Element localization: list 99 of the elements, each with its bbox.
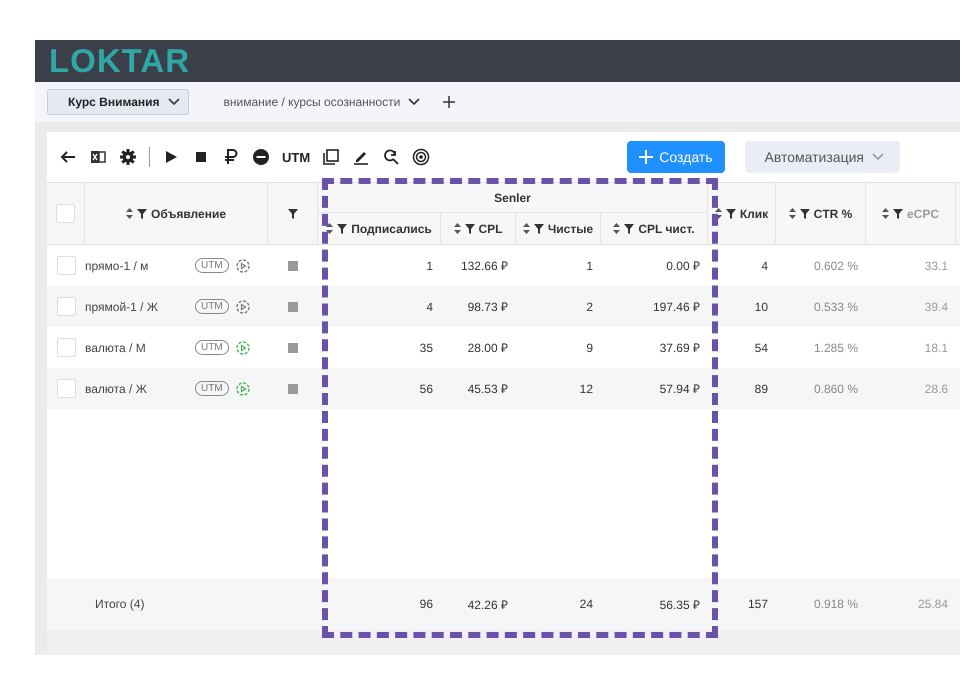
checkbox[interactable]: [57, 379, 76, 398]
column-header[interactable]: Подписались: [351, 222, 432, 236]
status-square-icon: [288, 302, 298, 312]
ad-name: валюта / Ж: [85, 382, 148, 396]
checkbox[interactable]: [57, 256, 76, 275]
column-header[interactable]: CPL: [478, 222, 502, 236]
gear-play-icon[interactable]: [234, 258, 251, 274]
status-square-icon: [288, 384, 298, 394]
copy-icon[interactable]: [322, 148, 340, 166]
table-cell-text: 45.53 ₽: [466, 381, 509, 397]
table-cell-text: 4: [425, 300, 434, 314]
table-cell-text: 1: [585, 258, 594, 272]
checkbox[interactable]: [57, 297, 76, 316]
filter-icon[interactable]: [534, 224, 544, 234]
sort-icon[interactable]: [788, 208, 796, 219]
column-header[interactable]: Объявление: [151, 206, 226, 220]
table-cell-text: 0.533 %: [812, 300, 859, 314]
column-header[interactable]: CPL чист.: [638, 222, 695, 236]
table-cell-text: 35: [418, 340, 434, 354]
target-icon[interactable]: [412, 148, 430, 166]
table-cell-text: 1: [425, 258, 434, 272]
table-cell-text: 54: [754, 340, 769, 354]
checkbox[interactable]: [57, 338, 76, 357]
ruble-icon[interactable]: [222, 148, 240, 166]
column-header[interactable]: Чистые: [548, 222, 594, 236]
search-refresh-icon[interactable]: [382, 148, 400, 166]
ad-name: прямо-1 / м: [85, 258, 150, 272]
table-cell-text: 4: [760, 258, 769, 272]
filter-icon[interactable]: [337, 224, 348, 234]
excel-icon[interactable]: [89, 148, 107, 166]
status-square-icon: [288, 260, 298, 270]
total-label: Итого (4): [94, 597, 144, 611]
plus-icon: [639, 150, 654, 164]
checkbox[interactable]: [56, 204, 75, 223]
table-cell-text: 1.285 %: [812, 340, 859, 354]
chevron-down-icon: [408, 98, 420, 106]
ad-name: валюта / М: [85, 340, 147, 354]
chevron-down-icon: [168, 98, 180, 106]
filter-icon[interactable]: [137, 208, 147, 218]
table-cell-text: 37.69 ₽: [658, 340, 701, 356]
utm-tag[interactable]: UTM: [195, 299, 229, 314]
filter-icon[interactable]: [726, 208, 736, 218]
utm-tag[interactable]: UTM: [195, 258, 229, 273]
table-cell-text: 28.00 ₽: [466, 340, 509, 356]
table-cell-text: 9: [585, 340, 594, 354]
gear-play-icon[interactable]: [234, 340, 251, 356]
filter-icon[interactable]: [464, 224, 474, 234]
total-cell-text: 25.84: [916, 597, 949, 611]
table-cell-text: 0.860 %: [812, 382, 859, 396]
total-cell-text: 56.35 ₽: [658, 596, 701, 612]
total-cell-text: 96: [418, 597, 434, 611]
ad-name: прямой-1 / Ж: [85, 300, 159, 314]
minus-circle-icon[interactable]: [252, 148, 270, 166]
filter-icon[interactable]: [288, 208, 298, 218]
group-header: Senler: [318, 183, 708, 213]
table-cell-text: 2: [585, 300, 594, 314]
utm-button[interactable]: UTM: [282, 150, 310, 164]
column-header[interactable]: Клик: [740, 206, 768, 220]
table-cell-text: 57.94 ₽: [658, 381, 701, 397]
total-cell-text: 42.26 ₽: [466, 596, 509, 612]
settings-icon[interactable]: [119, 148, 137, 166]
table-cell-text: 10: [754, 300, 769, 314]
sort-icon[interactable]: [126, 208, 133, 219]
table-cell-text: 33.1: [924, 258, 949, 272]
logo: LOKTAR: [49, 42, 190, 80]
tab[interactable]: Курс Внимания: [47, 89, 188, 115]
table-cell-text: 0.602 %: [812, 258, 859, 272]
gear-play-icon[interactable]: [234, 380, 251, 396]
gear-play-icon[interactable]: [234, 298, 251, 314]
sort-icon[interactable]: [882, 208, 889, 219]
sort-icon[interactable]: [522, 223, 530, 234]
table-cell-text: 0.00 ₽: [665, 258, 701, 274]
sort-icon[interactable]: [714, 208, 722, 219]
table-cell-text: 28.6: [924, 382, 949, 396]
total-cell-text: 24: [578, 597, 594, 611]
automation-button[interactable]: Автоматизация: [744, 141, 900, 173]
filter-icon[interactable]: [624, 224, 634, 234]
table-cell-text: 89: [754, 382, 769, 396]
table-cell-text: 56: [418, 382, 434, 396]
table-cell-text: 98.73 ₽: [466, 299, 509, 315]
table-cell-text: 12: [578, 382, 594, 396]
plus-icon[interactable]: [443, 96, 456, 108]
utm-tag[interactable]: UTM: [195, 381, 229, 396]
filter-icon[interactable]: [800, 208, 810, 218]
table-cell-text: 197.46 ₽: [652, 299, 701, 315]
total-cell-text: 157: [746, 597, 769, 611]
filter-icon[interactable]: [892, 208, 903, 218]
table-cell-text: 18.1: [924, 340, 949, 354]
utm-tag[interactable]: UTM: [195, 340, 229, 355]
sort-icon[interactable]: [454, 223, 460, 234]
chevron-down-icon: [872, 153, 884, 161]
table-cell-text: 39.4: [924, 300, 949, 314]
status-square-icon: [288, 342, 298, 352]
tab[interactable]: внимание / курсы осознанности: [202, 89, 430, 115]
table-cell-text: 132.66 ₽: [460, 258, 509, 274]
sort-icon[interactable]: [326, 223, 334, 234]
sort-icon[interactable]: [613, 223, 620, 234]
column-header[interactable]: CTR %: [814, 206, 852, 220]
total-cell-text: 0.918 %: [812, 597, 859, 611]
